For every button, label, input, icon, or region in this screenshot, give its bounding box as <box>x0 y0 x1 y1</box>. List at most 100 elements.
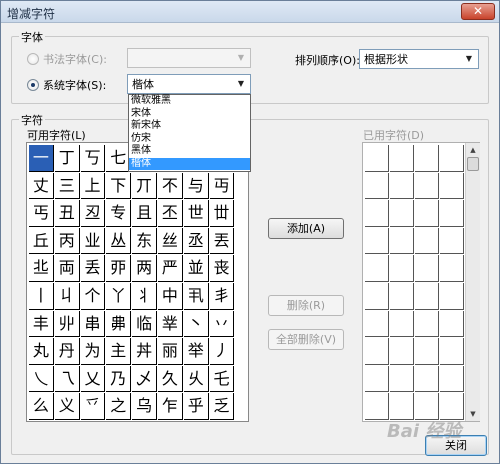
char-cell[interactable]: 业 <box>80 227 106 255</box>
char-cell[interactable]: 主 <box>106 338 132 365</box>
used-char-cell[interactable] <box>365 255 389 282</box>
calligraphy-font-select[interactable]: ▼ <box>127 48 251 68</box>
used-char-cell[interactable] <box>390 338 414 365</box>
used-char-cell[interactable] <box>390 393 414 420</box>
char-cell[interactable]: 举 <box>183 338 209 365</box>
char-cell[interactable]: 丢 <box>80 255 106 282</box>
used-char-cell[interactable] <box>440 255 464 282</box>
char-cell[interactable]: 么 <box>29 393 54 420</box>
used-char-cell[interactable] <box>390 365 414 393</box>
add-button[interactable]: 添加(A) <box>268 218 344 239</box>
used-char-cell[interactable] <box>440 365 464 393</box>
char-cell[interactable]: 丒 <box>80 200 106 227</box>
scroll-thumb[interactable] <box>467 157 479 171</box>
used-char-cell[interactable] <box>365 338 389 365</box>
char-cell[interactable]: 丰 <box>29 310 54 338</box>
char-cell[interactable]: 丐 <box>29 200 54 227</box>
char-cell[interactable]: 乀 <box>29 365 54 393</box>
char-cell[interactable]: 乎 <box>183 393 209 420</box>
char-cell[interactable]: 両 <box>54 255 80 282</box>
char-cell[interactable]: 丑 <box>54 200 80 227</box>
char-cell[interactable]: 乊 <box>80 393 106 420</box>
char-cell[interactable]: 丽 <box>158 338 183 365</box>
char-cell[interactable]: 丣 <box>106 255 132 282</box>
used-char-cell[interactable] <box>365 393 389 420</box>
font-option[interactable]: 仿宋 <box>129 133 250 146</box>
font-option[interactable]: 微软雅黑 <box>129 95 250 108</box>
char-cell[interactable]: 两 <box>132 255 157 282</box>
used-char-cell[interactable] <box>365 365 389 393</box>
used-char-cell[interactable] <box>440 172 464 200</box>
used-chars-grid[interactable] <box>362 142 480 422</box>
char-cell[interactable]: 乍 <box>158 393 183 420</box>
char-cell[interactable]: 丧 <box>209 255 235 282</box>
system-font-radio[interactable] <box>27 79 39 91</box>
used-char-cell[interactable] <box>365 200 389 227</box>
used-char-cell[interactable] <box>440 227 464 255</box>
char-cell[interactable]: 丱 <box>54 310 80 338</box>
char-cell[interactable]: 乌 <box>132 393 157 420</box>
char-cell[interactable]: 丩 <box>54 283 80 310</box>
used-char-cell[interactable] <box>390 227 414 255</box>
char-cell[interactable]: 专 <box>106 200 132 227</box>
char-cell[interactable]: 东 <box>132 227 157 255</box>
char-cell[interactable]: 丿 <box>209 338 235 365</box>
calligraphy-font-radio[interactable] <box>27 53 39 65</box>
char-cell[interactable]: 久 <box>158 365 183 393</box>
used-char-cell[interactable] <box>365 145 389 172</box>
char-cell[interactable]: 丹 <box>54 338 80 365</box>
char-cell[interactable]: 三 <box>54 172 80 200</box>
char-cell[interactable]: 不 <box>158 172 183 200</box>
char-cell[interactable]: 个 <box>80 283 106 310</box>
char-cell[interactable]: 丏 <box>209 172 235 200</box>
char-cell[interactable]: 丶 <box>183 310 209 338</box>
used-char-cell[interactable] <box>390 200 414 227</box>
used-char-cell[interactable] <box>415 255 439 282</box>
char-cell[interactable]: 之 <box>106 393 132 420</box>
used-char-cell[interactable] <box>415 283 439 310</box>
char-cell[interactable]: 乆 <box>183 365 209 393</box>
font-option-selected[interactable]: 楷体 <box>129 157 250 170</box>
char-cell[interactable]: 丝 <box>158 227 183 255</box>
char-cell[interactable]: 丘 <box>29 227 54 255</box>
char-cell[interactable]: 丳 <box>106 310 132 338</box>
char-cell[interactable]: 丗 <box>209 200 235 227</box>
char-cell[interactable]: 丈 <box>29 172 54 200</box>
system-font-select[interactable]: 楷体 ▼ <box>127 74 251 94</box>
char-cell[interactable]: 丟 <box>209 227 235 255</box>
char-cell[interactable]: 丸 <box>29 338 54 365</box>
used-char-cell[interactable] <box>390 255 414 282</box>
char-cell[interactable]: 丫 <box>106 283 132 310</box>
used-char-cell[interactable] <box>415 393 439 420</box>
used-char-cell[interactable] <box>365 227 389 255</box>
char-cell[interactable]: 丞 <box>183 227 209 255</box>
used-char-cell[interactable] <box>365 283 389 310</box>
char-cell[interactable]: 丠 <box>29 255 54 282</box>
char-cell[interactable]: 丛 <box>106 227 132 255</box>
available-chars-grid[interactable]: 一丁丂七丈三上下丌不与丏丐丑丒专且丕世丗丘丙业丛东丝丞丟丠両丢丣两严並丧丨丩个丫… <box>26 142 249 422</box>
used-char-cell[interactable] <box>440 283 464 310</box>
used-char-cell[interactable] <box>390 145 414 172</box>
used-char-cell[interactable] <box>415 310 439 338</box>
char-cell[interactable]: 串 <box>80 310 106 338</box>
close-window-button[interactable]: ✕ <box>461 3 495 20</box>
char-cell[interactable]: 义 <box>54 393 80 420</box>
char-cell[interactable]: 一 <box>29 145 54 172</box>
char-cell[interactable]: 丙 <box>54 227 80 255</box>
used-chars-scrollbar[interactable]: ▲ ▼ <box>465 143 480 421</box>
scroll-up-icon[interactable]: ▲ <box>466 143 480 157</box>
used-char-cell[interactable] <box>415 365 439 393</box>
char-cell[interactable]: 严 <box>158 255 183 282</box>
used-char-cell[interactable] <box>365 172 389 200</box>
delete-all-button[interactable]: 全部删除(V) <box>268 329 344 350</box>
used-char-cell[interactable] <box>415 145 439 172</box>
char-cell[interactable]: 与 <box>183 172 209 200</box>
char-cell[interactable]: 丌 <box>132 172 157 200</box>
char-cell[interactable]: 中 <box>158 283 183 310</box>
char-cell[interactable]: 为 <box>80 338 106 365</box>
char-cell[interactable]: 上 <box>80 172 106 200</box>
char-cell[interactable]: 且 <box>132 200 157 227</box>
char-cell[interactable]: 乏 <box>209 393 235 420</box>
used-char-cell[interactable] <box>440 200 464 227</box>
char-cell[interactable]: 丷 <box>209 310 235 338</box>
